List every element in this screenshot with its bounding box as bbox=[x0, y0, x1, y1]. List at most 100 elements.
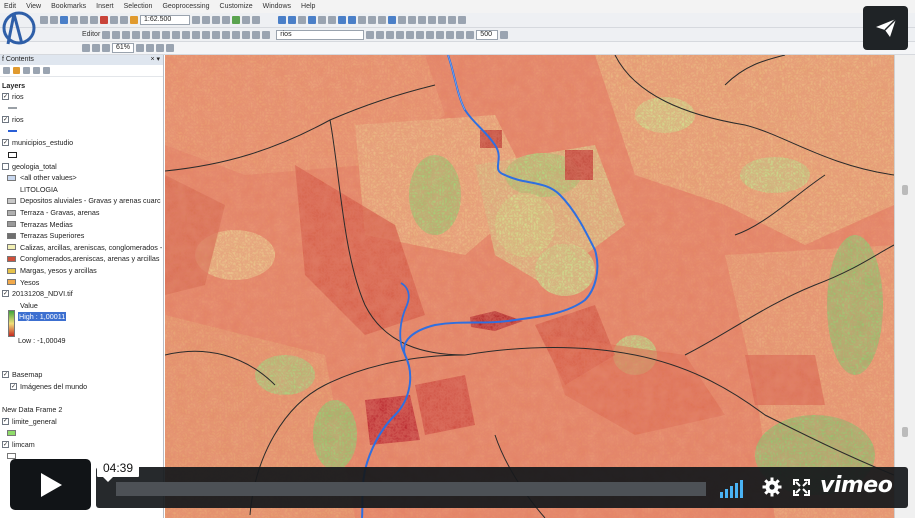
fixed-zoom-in-icon[interactable] bbox=[318, 16, 326, 24]
draw-icon[interactable] bbox=[416, 30, 425, 39]
fixed-zoom-out-icon[interactable] bbox=[328, 16, 336, 24]
menu-item-insert[interactable]: Insert bbox=[96, 3, 114, 10]
split-icon[interactable] bbox=[192, 30, 201, 39]
toc-entry-rios[interactable]: ✓ rios bbox=[2, 114, 24, 125]
swipe-icon[interactable] bbox=[376, 30, 385, 39]
options-icon[interactable] bbox=[43, 67, 50, 74]
modelbuilder-icon[interactable] bbox=[252, 16, 260, 24]
undo-icon[interactable] bbox=[110, 16, 118, 24]
edit-tool-icon[interactable] bbox=[102, 30, 111, 39]
layer-visibility-checkbox[interactable]: ✓ bbox=[2, 139, 9, 147]
toc-entry-20131208-ndvi-tif[interactable]: ✓ 20131208_NDVI.tif bbox=[2, 288, 73, 299]
flicker-icon[interactable] bbox=[262, 30, 271, 39]
table-icon[interactable] bbox=[202, 16, 210, 24]
full-extent-icon[interactable] bbox=[308, 16, 316, 24]
ndvi-raster-map[interactable] bbox=[165, 55, 894, 518]
resolution-field[interactable]: 500 bbox=[476, 29, 499, 40]
fill-color-icon[interactable] bbox=[466, 30, 475, 39]
attributes-icon[interactable] bbox=[212, 30, 221, 39]
list-by-source-icon[interactable] bbox=[13, 67, 20, 74]
toc-entry-geologia-total[interactable]: geologia_total bbox=[2, 161, 57, 172]
edit-annotation-icon[interactable] bbox=[112, 30, 121, 39]
toc-entry-limite-general[interactable]: ✓ limite_general bbox=[2, 416, 57, 427]
progress-timeline[interactable] bbox=[116, 482, 706, 496]
save-icon[interactable] bbox=[60, 16, 68, 24]
straight-segment-icon[interactable] bbox=[122, 30, 131, 39]
volume-bars-icon[interactable] bbox=[720, 478, 750, 498]
forward-extent-icon[interactable] bbox=[348, 16, 356, 24]
menu-item-help[interactable]: Help bbox=[301, 3, 315, 10]
layer-visibility-checkbox[interactable] bbox=[2, 162, 9, 170]
measure-icon[interactable] bbox=[408, 16, 416, 24]
text-icon[interactable] bbox=[436, 30, 445, 39]
arctoolbox-icon[interactable] bbox=[232, 16, 240, 24]
georef-icon[interactable] bbox=[252, 30, 261, 39]
clear-selection-icon[interactable] bbox=[368, 16, 376, 24]
transparency-icon[interactable] bbox=[406, 30, 415, 39]
toc-close-icon[interactable]: × ▾ bbox=[150, 55, 160, 65]
callout-icon[interactable] bbox=[446, 30, 455, 39]
add-data-icon[interactable] bbox=[130, 16, 138, 24]
catalog-icon[interactable] bbox=[212, 16, 220, 24]
map-scale-select[interactable]: 1:62.500 bbox=[140, 15, 190, 25]
toc-entry-limcam[interactable]: ✓ limcam bbox=[2, 439, 35, 450]
end-point-arc-icon[interactable] bbox=[132, 30, 141, 39]
list-by-drawing-order-icon[interactable] bbox=[3, 67, 10, 74]
layout-pan-icon[interactable] bbox=[102, 44, 110, 52]
contrast-icon[interactable] bbox=[386, 30, 395, 39]
font-icon[interactable] bbox=[456, 30, 465, 39]
list-by-visibility-icon[interactable] bbox=[23, 67, 30, 74]
measure-tool-icon[interactable] bbox=[500, 30, 509, 39]
scrollbar-thumb-lower[interactable] bbox=[902, 427, 908, 437]
layout-zoom-select[interactable]: 61% bbox=[112, 43, 134, 53]
reshape-icon[interactable] bbox=[172, 30, 181, 39]
fullscreen-icon[interactable] bbox=[793, 479, 810, 496]
layer-visibility-checkbox[interactable]: ✓ bbox=[10, 383, 17, 390]
effects-icon[interactable] bbox=[366, 30, 375, 39]
layers-header[interactable]: Layers bbox=[2, 80, 25, 91]
toc-entry-im-genes-del-mundo[interactable]: ✓ Imágenes del mundo bbox=[10, 381, 87, 392]
search-window-icon[interactable] bbox=[222, 16, 230, 24]
open-icon[interactable] bbox=[50, 16, 58, 24]
edit-vertices-icon[interactable] bbox=[162, 30, 171, 39]
print-icon[interactable] bbox=[70, 16, 78, 24]
editor-toolbar-icon[interactable] bbox=[192, 16, 200, 24]
layer-visibility-checkbox[interactable]: ✓ bbox=[2, 93, 9, 100]
share-button[interactable] bbox=[863, 6, 908, 50]
identify-icon[interactable] bbox=[388, 16, 396, 24]
layer-visibility-checkbox[interactable]: ✓ bbox=[2, 116, 9, 124]
menu-item-bookmarks[interactable]: Bookmarks bbox=[51, 3, 86, 10]
menu-item-selection[interactable]: Selection bbox=[124, 3, 153, 10]
toc-entry-municipios-estudio[interactable]: ✓ municipios_estudio bbox=[2, 137, 73, 148]
brightness-icon[interactable] bbox=[396, 30, 405, 39]
layer-visibility-checkbox[interactable]: ✓ bbox=[2, 417, 9, 425]
layout-zoom-in-icon[interactable] bbox=[82, 44, 90, 52]
menu-item-geoprocessing[interactable]: Geoprocessing bbox=[162, 3, 209, 10]
vertical-scrollbar[interactable] bbox=[894, 55, 915, 518]
redo-icon[interactable] bbox=[120, 16, 128, 24]
map-view[interactable] bbox=[165, 55, 894, 518]
layer-visibility-checkbox[interactable]: ✓ bbox=[2, 441, 9, 448]
go-to-xy-icon[interactable] bbox=[438, 16, 446, 24]
menu-item-customize[interactable]: Customize bbox=[220, 3, 253, 10]
play-button[interactable] bbox=[10, 459, 91, 510]
list-by-selection-icon[interactable] bbox=[33, 67, 40, 74]
find-icon[interactable] bbox=[418, 16, 426, 24]
vimeo-logo[interactable]: vimeo bbox=[820, 473, 893, 498]
change-layout-icon[interactable] bbox=[156, 44, 164, 52]
layer-visibility-checkbox[interactable]: ✓ bbox=[2, 290, 9, 298]
point-icon[interactable] bbox=[152, 30, 161, 39]
layout-zoom-out-icon[interactable] bbox=[92, 44, 100, 52]
html-popup-icon[interactable] bbox=[398, 16, 406, 24]
rotate-icon[interactable] bbox=[202, 30, 211, 39]
layout-icon[interactable] bbox=[242, 30, 251, 39]
zoom-out-icon[interactable] bbox=[288, 16, 296, 24]
sketch-properties-icon[interactable] bbox=[222, 30, 231, 39]
cut-polygons-icon[interactable] bbox=[182, 30, 191, 39]
toc-entry-rios[interactable]: ✓ rios bbox=[2, 91, 24, 102]
back-extent-icon[interactable] bbox=[338, 16, 346, 24]
route-icon[interactable] bbox=[428, 16, 436, 24]
create-features-icon[interactable] bbox=[232, 30, 241, 39]
editor-menu[interactable]: Editor bbox=[82, 31, 100, 38]
layer-visibility-checkbox[interactable]: ✓ bbox=[2, 371, 9, 379]
